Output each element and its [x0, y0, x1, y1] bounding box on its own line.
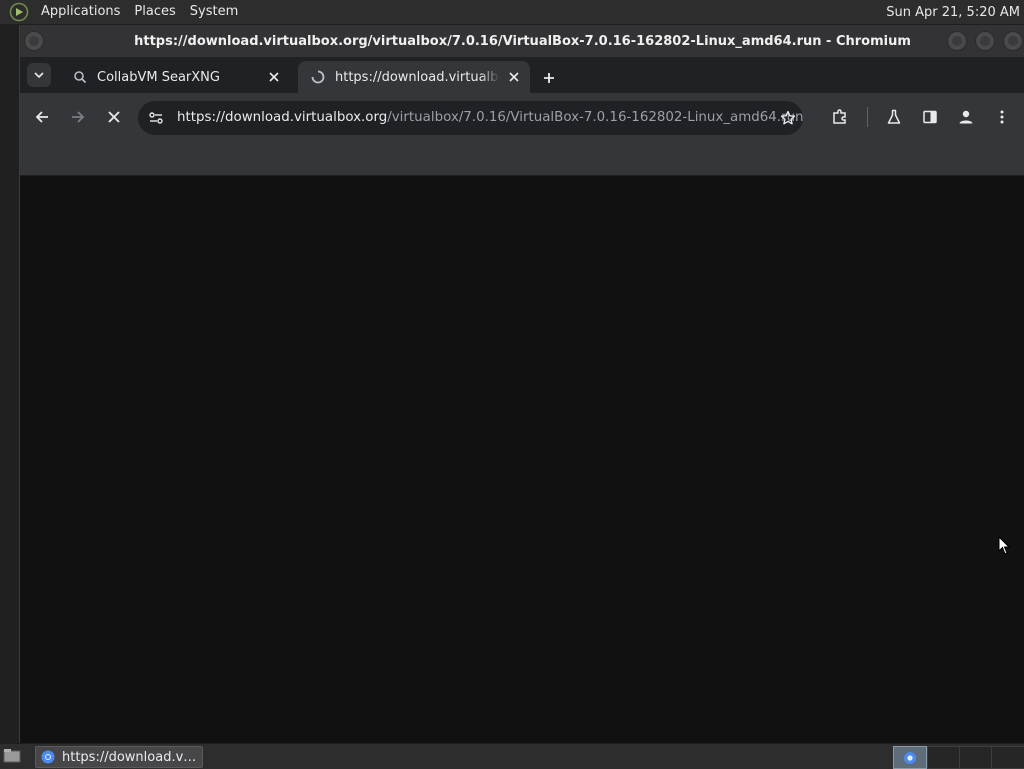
back-arrow-icon[interactable] [30, 105, 54, 129]
tab-searxng[interactable]: CollabVM SearXNG [60, 61, 290, 93]
bottom-taskbar: https://download.vi... [0, 743, 1024, 769]
system-menu[interactable]: System [183, 0, 245, 24]
applications-menu[interactable]: Applications [34, 0, 127, 24]
forward-arrow-icon[interactable] [66, 105, 90, 129]
site-settings-icon[interactable] [148, 110, 164, 126]
side-panel-icon[interactable] [918, 105, 942, 129]
browser-toolbar: https://download.virtualbox.org/virtualb… [20, 93, 1024, 141]
new-tab-icon[interactable] [538, 67, 560, 89]
url-path: /virtualbox/7.0.16/VirtualBox-7.0.16-162… [387, 110, 804, 125]
tab-search-button[interactable] [27, 63, 51, 87]
page-content[interactable] [20, 176, 1024, 743]
chevron-down-icon [34, 72, 44, 79]
window-menu-button[interactable] [24, 31, 44, 51]
url-text[interactable]: https://download.virtualbox.org/virtualb… [177, 101, 804, 135]
close-icon[interactable] [266, 69, 282, 85]
top-panel: Applications Places System Sun Apr 21, 5… [0, 0, 1024, 25]
profile-icon[interactable] [954, 105, 978, 129]
stop-icon[interactable] [102, 105, 126, 129]
toolbar-separator [867, 107, 868, 127]
tab-title: CollabVM SearXNG [97, 69, 220, 85]
window-title: https://download.virtualbox.org/virtualb… [134, 33, 911, 49]
workspace-2[interactable] [927, 746, 961, 769]
desktop-background [0, 25, 19, 743]
minimize-button[interactable] [947, 31, 967, 51]
taskbar-item-label: https://download.vi... [62, 749, 198, 765]
tab-title: https://download.virtualbox.org/virtualb… [335, 69, 500, 85]
bookmarks-bar [20, 141, 1024, 176]
star-icon[interactable] [780, 110, 796, 126]
workspace-1[interactable] [893, 746, 927, 769]
tab-download[interactable]: https://download.virtualbox.org/virtualb… [298, 61, 530, 93]
chromium-icon [40, 749, 56, 765]
menu-kebab-icon[interactable] [990, 105, 1014, 129]
workspace-3[interactable] [959, 746, 993, 769]
window-close-button[interactable] [1003, 31, 1023, 51]
mouse-cursor-icon [998, 536, 1011, 555]
distro-logo-icon[interactable] [8, 1, 30, 23]
searxng-favicon-icon [72, 69, 88, 85]
extensions-icon[interactable] [828, 105, 852, 129]
taskbar-chromium-item[interactable]: https://download.vi... [35, 746, 203, 768]
close-icon[interactable] [506, 69, 522, 85]
window-titlebar[interactable]: https://download.virtualbox.org/virtualb… [20, 25, 1024, 57]
url-host: https://download.virtualbox.org [177, 110, 388, 125]
places-menu[interactable]: Places [127, 0, 182, 24]
maximize-button[interactable] [975, 31, 995, 51]
panel-clock[interactable]: Sun Apr 21, 5:20 AM [886, 5, 1020, 20]
tab-strip: CollabVM SearXNG https://download.virtua… [20, 57, 1024, 93]
labs-flask-icon[interactable] [882, 105, 906, 129]
workspace-4[interactable] [991, 746, 1024, 769]
show-desktop-icon[interactable] [2, 747, 22, 765]
loading-favicon-icon [310, 69, 326, 85]
address-bar[interactable]: https://download.virtualbox.org/virtualb… [138, 101, 804, 135]
chromium-icon [904, 751, 916, 764]
chromium-window: https://download.virtualbox.org/virtualb… [19, 25, 1024, 743]
